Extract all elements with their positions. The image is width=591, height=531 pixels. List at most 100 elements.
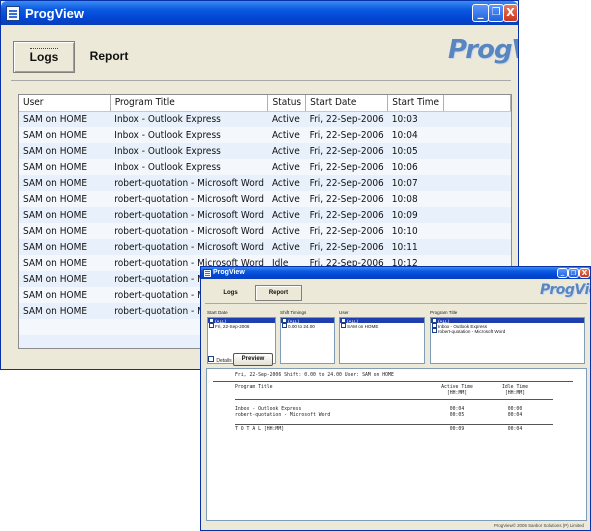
tab-report-label: Report <box>89 49 129 63</box>
report-row-program: robert-quotation - Microsoft Word <box>235 413 331 418</box>
list-item[interactable]: Fri, 22-Sep-2006 <box>208 323 275 329</box>
table-row[interactable]: SAM on HOME robert-quotation - Microsoft … <box>19 239 511 255</box>
cell-status: Active <box>267 175 306 191</box>
table-row[interactable]: SAM on HOME robert-quotation - Microsoft … <box>19 207 511 223</box>
app-icon <box>6 6 20 21</box>
list-item-label: 0.00 to 24.00 <box>288 324 315 330</box>
list-item[interactable]: SAM on HOME <box>340 323 424 330</box>
report-minimize-button[interactable]: _ <box>557 268 568 278</box>
shift-timings-list[interactable]: (ALL) 0.00 to 24.00 <box>280 317 335 364</box>
table-row[interactable]: SAM on HOME robert-quotation - Microsoft … <box>19 223 511 239</box>
report-row-idle: 00:04 <box>507 413 523 418</box>
report-rule <box>235 399 553 400</box>
cell-user: SAM on HOME <box>19 111 111 127</box>
cell-start-date: Fri, 22-Sep-2006 <box>305 143 388 159</box>
list-item[interactable]: 0.00 to 24.00 <box>281 323 334 330</box>
checkbox-icon[interactable] <box>341 323 346 329</box>
report-col-active: Active Time <box>441 385 473 390</box>
cell-start-date: Fri, 22-Sep-2006 <box>305 239 388 255</box>
minimize-button[interactable]: _ <box>472 4 489 22</box>
details-label: Details <box>216 358 232 364</box>
cell-user: SAM on HOME <box>19 255 111 271</box>
cell-user: SAM on HOME <box>19 239 111 255</box>
cell-program-title: robert-quotation - Microsoft Word <box>110 239 268 255</box>
cell-user: SAM on HOME <box>19 175 111 191</box>
table-row[interactable]: SAM on HOME Inbox - Outlook Express Active… <box>19 111 511 127</box>
cell-program-title: Inbox - Outlook Express <box>110 111 268 127</box>
table-row[interactable]: SAM on HOME robert-quotation - Microsoft … <box>19 191 511 207</box>
report-tab-report[interactable]: Report <box>255 285 302 301</box>
tab-report[interactable]: Report <box>78 41 140 73</box>
report-tab-logs[interactable]: Logs <box>207 286 254 300</box>
cell-status: Active <box>267 159 306 175</box>
tab-logs[interactable]: Logs <box>13 41 75 73</box>
start-date-label: Start Date <box>207 310 228 315</box>
list-item[interactable]: robert-quotation - Microsoft Word <box>431 328 584 334</box>
table-row[interactable]: SAM on HOME Inbox - Outlook Express Active… <box>19 127 511 143</box>
col-start-time[interactable]: Start Time <box>387 95 445 112</box>
maximize-icon: ❐ <box>570 270 577 277</box>
col-status[interactable]: Status <box>267 95 307 112</box>
checkbox-icon[interactable] <box>282 323 287 329</box>
table-row[interactable]: SAM on HOME Inbox - Outlook Express Active… <box>19 143 511 159</box>
minimize-icon: _ <box>477 5 484 19</box>
program-title-list[interactable]: (ALL) Inbox - Outlook Express robert-quota… <box>430 317 585 364</box>
checkbox-icon[interactable] <box>432 328 437 334</box>
report-tab-logs-label: Logs <box>223 290 238 296</box>
cell-program-title: Inbox - Outlook Express <box>110 143 268 159</box>
cell-status: Active <box>267 239 306 255</box>
progview-logo: ProgView <box>448 35 518 65</box>
cell-start-time: 10:09 <box>387 207 444 223</box>
report-tab-report-label: Report <box>268 290 289 296</box>
report-output[interactable]: Fri, 22-Sep-2006 Shift: 0.00 to 24.00 Us… <box>206 368 587 521</box>
report-divider <box>205 303 587 304</box>
cell-program-title: Inbox - Outlook Express <box>110 159 268 175</box>
cell-filler <box>443 159 511 175</box>
cell-filler <box>443 191 511 207</box>
report-row-active: 00:05 <box>449 413 465 418</box>
close-icon: X <box>581 269 588 277</box>
cell-program-title: robert-quotation - Microsoft Word <box>110 207 268 223</box>
col-user[interactable]: User <box>19 95 111 112</box>
window-title: ProgView <box>25 6 85 21</box>
cell-start-date: Fri, 22-Sep-2006 <box>305 223 388 239</box>
cell-status: Active <box>267 207 306 223</box>
cell-filler <box>443 175 511 191</box>
table-row[interactable]: SAM on HOME robert-quotation - Microsoft … <box>19 175 511 191</box>
close-button[interactable]: X <box>503 4 518 22</box>
copyright-footer: ProgView© 2006 Sanbor Solutions (P) Limi… <box>493 523 584 528</box>
cell-status: Active <box>267 143 306 159</box>
table-row[interactable]: SAM on HOME Inbox - Outlook Express Active… <box>19 159 511 175</box>
report-rule <box>235 424 553 425</box>
cell-user: SAM on HOME <box>19 207 111 223</box>
cell-status: Active <box>267 223 306 239</box>
cell-user: SAM on HOME <box>19 127 111 143</box>
list-item-label: SAM on HOME <box>347 324 379 330</box>
program-title-label: Program Title <box>430 310 458 315</box>
cell-filler <box>443 223 511 239</box>
report-title-bar[interactable]: ProgView <box>201 267 590 279</box>
details-checkbox[interactable]: Details <box>208 356 232 364</box>
preview-button[interactable]: Preview <box>233 353 273 366</box>
report-total-idle: 00:04 <box>507 427 523 432</box>
cell-user: SAM on HOME <box>19 143 111 159</box>
report-progview-logo: ProgView <box>540 282 590 298</box>
minimize-icon: _ <box>560 268 565 276</box>
report-row-program: Inbox - Outlook Express <box>235 407 302 412</box>
report-window-title: ProgView <box>213 269 245 276</box>
col-start-date[interactable]: Start Date <box>305 95 389 112</box>
cell-start-time: 10:06 <box>387 159 444 175</box>
user-list[interactable]: (ALL) SAM on HOME <box>339 317 425 364</box>
report-maximize-button[interactable]: ❐ <box>568 268 579 278</box>
cell-filler <box>443 111 511 127</box>
main-title-bar[interactable]: ProgView <box>1 1 518 25</box>
cell-start-time: 10:10 <box>387 223 444 239</box>
cell-start-time: 10:04 <box>387 127 444 143</box>
maximize-button[interactable]: ❐ <box>488 4 504 22</box>
checkbox-icon[interactable] <box>209 323 214 329</box>
col-program-title[interactable]: Program Title <box>110 95 269 112</box>
close-icon: X <box>506 6 515 19</box>
report-close-button[interactable]: X <box>579 268 590 278</box>
col-filler <box>443 95 511 112</box>
report-total-label: T O T A L [HH:MM] <box>235 427 285 432</box>
